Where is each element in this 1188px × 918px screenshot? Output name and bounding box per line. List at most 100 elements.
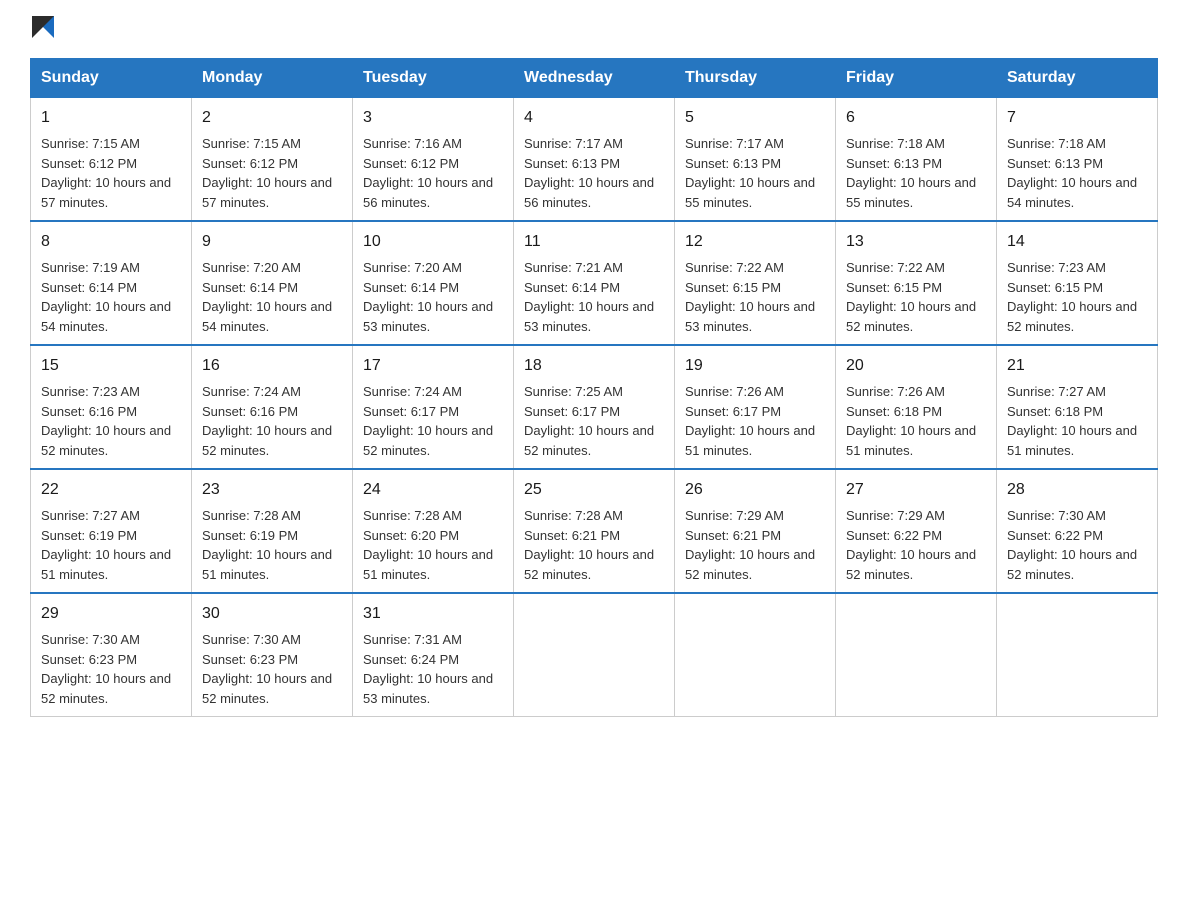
day-number: 12 xyxy=(685,230,825,254)
daylight-label: Daylight: 10 hours and 52 minutes. xyxy=(524,423,654,458)
calendar-cell: 6 Sunrise: 7:18 AM Sunset: 6:13 PM Dayli… xyxy=(836,98,997,222)
calendar-cell: 30 Sunrise: 7:30 AM Sunset: 6:23 PM Dayl… xyxy=(192,593,353,717)
sunset-label: Sunset: 6:14 PM xyxy=(202,280,298,295)
weekday-header-saturday: Saturday xyxy=(997,59,1158,98)
sunrise-label: Sunrise: 7:26 AM xyxy=(685,384,784,399)
day-number: 28 xyxy=(1007,478,1147,502)
calendar-cell: 27 Sunrise: 7:29 AM Sunset: 6:22 PM Dayl… xyxy=(836,469,997,593)
calendar-week-row: 8 Sunrise: 7:19 AM Sunset: 6:14 PM Dayli… xyxy=(31,221,1158,345)
sunset-label: Sunset: 6:13 PM xyxy=(524,156,620,171)
calendar-cell: 26 Sunrise: 7:29 AM Sunset: 6:21 PM Dayl… xyxy=(675,469,836,593)
calendar-cell: 14 Sunrise: 7:23 AM Sunset: 6:15 PM Dayl… xyxy=(997,221,1158,345)
day-number: 3 xyxy=(363,106,503,130)
calendar-cell: 9 Sunrise: 7:20 AM Sunset: 6:14 PM Dayli… xyxy=(192,221,353,345)
day-number: 25 xyxy=(524,478,664,502)
day-number: 5 xyxy=(685,106,825,130)
day-number: 1 xyxy=(41,106,181,130)
calendar-cell: 12 Sunrise: 7:22 AM Sunset: 6:15 PM Dayl… xyxy=(675,221,836,345)
calendar-week-row: 1 Sunrise: 7:15 AM Sunset: 6:12 PM Dayli… xyxy=(31,98,1158,222)
daylight-label: Daylight: 10 hours and 54 minutes. xyxy=(1007,175,1137,210)
sunset-label: Sunset: 6:23 PM xyxy=(41,652,137,667)
weekday-header-thursday: Thursday xyxy=(675,59,836,98)
sunset-label: Sunset: 6:20 PM xyxy=(363,528,459,543)
sunset-label: Sunset: 6:12 PM xyxy=(202,156,298,171)
sunset-label: Sunset: 6:22 PM xyxy=(846,528,942,543)
calendar-week-row: 15 Sunrise: 7:23 AM Sunset: 6:16 PM Dayl… xyxy=(31,345,1158,469)
sunset-label: Sunset: 6:21 PM xyxy=(685,528,781,543)
calendar-cell: 20 Sunrise: 7:26 AM Sunset: 6:18 PM Dayl… xyxy=(836,345,997,469)
calendar-cell: 5 Sunrise: 7:17 AM Sunset: 6:13 PM Dayli… xyxy=(675,98,836,222)
day-number: 15 xyxy=(41,354,181,378)
logo xyxy=(30,20,54,38)
sunset-label: Sunset: 6:14 PM xyxy=(524,280,620,295)
calendar-cell: 3 Sunrise: 7:16 AM Sunset: 6:12 PM Dayli… xyxy=(353,98,514,222)
calendar-cell: 10 Sunrise: 7:20 AM Sunset: 6:14 PM Dayl… xyxy=(353,221,514,345)
daylight-label: Daylight: 10 hours and 53 minutes. xyxy=(524,299,654,334)
sunrise-label: Sunrise: 7:15 AM xyxy=(202,136,301,151)
sunset-label: Sunset: 6:18 PM xyxy=(1007,404,1103,419)
sunset-label: Sunset: 6:12 PM xyxy=(363,156,459,171)
daylight-label: Daylight: 10 hours and 52 minutes. xyxy=(524,547,654,582)
daylight-label: Daylight: 10 hours and 51 minutes. xyxy=(685,423,815,458)
sunset-label: Sunset: 6:22 PM xyxy=(1007,528,1103,543)
sunrise-label: Sunrise: 7:24 AM xyxy=(363,384,462,399)
sunrise-label: Sunrise: 7:22 AM xyxy=(846,260,945,275)
calendar-cell: 23 Sunrise: 7:28 AM Sunset: 6:19 PM Dayl… xyxy=(192,469,353,593)
sunrise-label: Sunrise: 7:29 AM xyxy=(685,508,784,523)
weekday-header-tuesday: Tuesday xyxy=(353,59,514,98)
calendar-cell: 28 Sunrise: 7:30 AM Sunset: 6:22 PM Dayl… xyxy=(997,469,1158,593)
daylight-label: Daylight: 10 hours and 52 minutes. xyxy=(202,423,332,458)
daylight-label: Daylight: 10 hours and 56 minutes. xyxy=(363,175,493,210)
daylight-label: Daylight: 10 hours and 55 minutes. xyxy=(685,175,815,210)
calendar-cell: 8 Sunrise: 7:19 AM Sunset: 6:14 PM Dayli… xyxy=(31,221,192,345)
calendar-cell: 13 Sunrise: 7:22 AM Sunset: 6:15 PM Dayl… xyxy=(836,221,997,345)
sunrise-label: Sunrise: 7:27 AM xyxy=(1007,384,1106,399)
day-number: 7 xyxy=(1007,106,1147,130)
sunset-label: Sunset: 6:15 PM xyxy=(846,280,942,295)
sunset-label: Sunset: 6:17 PM xyxy=(363,404,459,419)
day-number: 11 xyxy=(524,230,664,254)
day-number: 16 xyxy=(202,354,342,378)
day-number: 23 xyxy=(202,478,342,502)
sunset-label: Sunset: 6:17 PM xyxy=(685,404,781,419)
day-number: 10 xyxy=(363,230,503,254)
calendar-cell: 15 Sunrise: 7:23 AM Sunset: 6:16 PM Dayl… xyxy=(31,345,192,469)
sunrise-label: Sunrise: 7:22 AM xyxy=(685,260,784,275)
sunset-label: Sunset: 6:23 PM xyxy=(202,652,298,667)
sunset-label: Sunset: 6:17 PM xyxy=(524,404,620,419)
sunrise-label: Sunrise: 7:28 AM xyxy=(202,508,301,523)
sunrise-label: Sunrise: 7:23 AM xyxy=(41,384,140,399)
calendar-header-row: SundayMondayTuesdayWednesdayThursdayFrid… xyxy=(31,59,1158,98)
sunrise-label: Sunrise: 7:18 AM xyxy=(1007,136,1106,151)
sunset-label: Sunset: 6:24 PM xyxy=(363,652,459,667)
day-number: 18 xyxy=(524,354,664,378)
sunset-label: Sunset: 6:13 PM xyxy=(685,156,781,171)
calendar-cell xyxy=(997,593,1158,717)
sunrise-label: Sunrise: 7:30 AM xyxy=(1007,508,1106,523)
daylight-label: Daylight: 10 hours and 51 minutes. xyxy=(363,547,493,582)
day-number: 20 xyxy=(846,354,986,378)
sunrise-label: Sunrise: 7:21 AM xyxy=(524,260,623,275)
day-number: 4 xyxy=(524,106,664,130)
calendar-cell: 16 Sunrise: 7:24 AM Sunset: 6:16 PM Dayl… xyxy=(192,345,353,469)
sunset-label: Sunset: 6:19 PM xyxy=(41,528,137,543)
sunset-label: Sunset: 6:16 PM xyxy=(41,404,137,419)
sunrise-label: Sunrise: 7:30 AM xyxy=(202,632,301,647)
sunset-label: Sunset: 6:16 PM xyxy=(202,404,298,419)
sunset-label: Sunset: 6:14 PM xyxy=(41,280,137,295)
daylight-label: Daylight: 10 hours and 57 minutes. xyxy=(41,175,171,210)
daylight-label: Daylight: 10 hours and 51 minutes. xyxy=(1007,423,1137,458)
calendar-week-row: 22 Sunrise: 7:27 AM Sunset: 6:19 PM Dayl… xyxy=(31,469,1158,593)
calendar-cell xyxy=(675,593,836,717)
calendar-cell: 19 Sunrise: 7:26 AM Sunset: 6:17 PM Dayl… xyxy=(675,345,836,469)
daylight-label: Daylight: 10 hours and 56 minutes. xyxy=(524,175,654,210)
daylight-label: Daylight: 10 hours and 52 minutes. xyxy=(41,671,171,706)
daylight-label: Daylight: 10 hours and 53 minutes. xyxy=(685,299,815,334)
sunrise-label: Sunrise: 7:16 AM xyxy=(363,136,462,151)
day-number: 8 xyxy=(41,230,181,254)
daylight-label: Daylight: 10 hours and 52 minutes. xyxy=(1007,299,1137,334)
sunset-label: Sunset: 6:14 PM xyxy=(363,280,459,295)
sunrise-label: Sunrise: 7:23 AM xyxy=(1007,260,1106,275)
sunrise-label: Sunrise: 7:17 AM xyxy=(524,136,623,151)
sunset-label: Sunset: 6:15 PM xyxy=(1007,280,1103,295)
